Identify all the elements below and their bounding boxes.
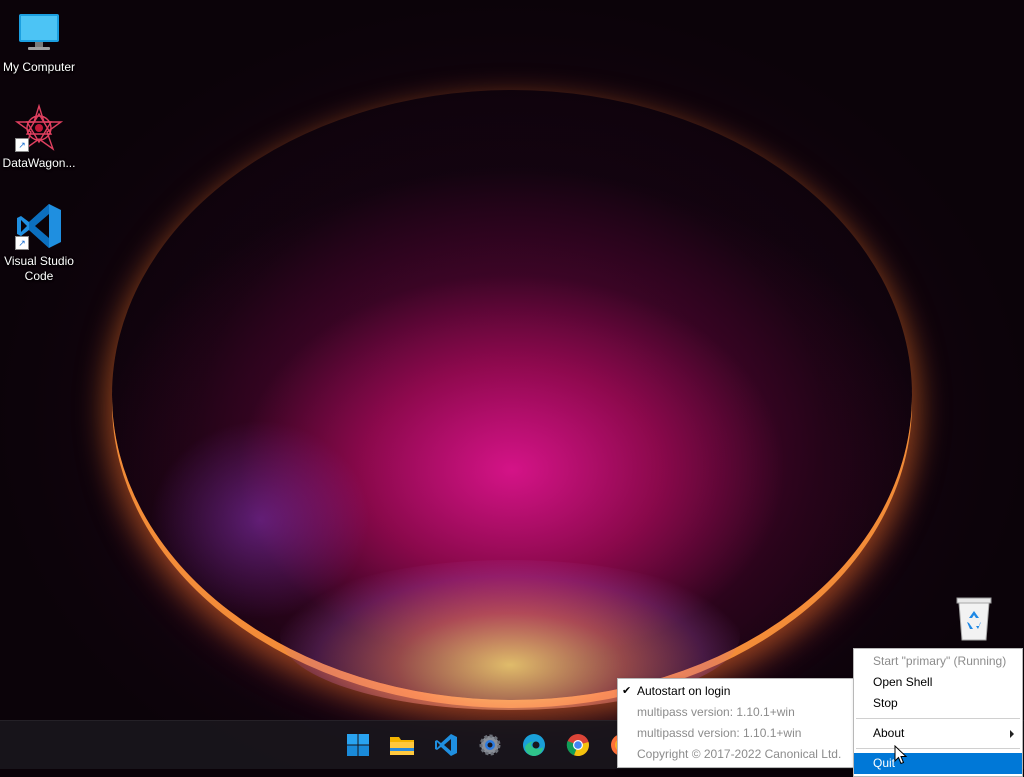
vscode-icon[interactable] <box>430 729 462 761</box>
shortcut-arrow-icon: ↗ <box>15 236 29 250</box>
menu-item-open-shell[interactable]: Open Shell <box>854 672 1022 693</box>
menu-item-multipassd-version: multipassd version: 1.10.1+win <box>637 726 802 740</box>
desktop-icon-label: Visual Studio Code <box>4 254 74 283</box>
vscode-icon: ↗ <box>15 202 63 250</box>
about-submenu: ✔ Autostart on login multipass version: … <box>617 678 855 768</box>
datawagon-star-icon: ↗ <box>14 103 64 152</box>
menu-item-multipass-version: multipass version: 1.10.1+win <box>637 705 795 719</box>
shortcut-arrow-icon: ↗ <box>15 138 29 152</box>
folder-icon[interactable] <box>386 729 418 761</box>
menu-separator <box>856 718 1020 719</box>
menu-item-autostart[interactable]: ✔ Autostart on login <box>618 681 854 702</box>
menu-item-about[interactable]: About <box>854 723 1022 744</box>
desktop-icon-datawagon[interactable]: ↗ DataWagon... <box>0 103 78 171</box>
gear-icon[interactable] <box>474 729 506 761</box>
chrome-browser-icon[interactable] <box>562 729 594 761</box>
recycle-bin-icon[interactable] <box>954 596 994 642</box>
desktop-icon-label: DataWagon... <box>2 156 76 170</box>
checkmark-icon: ✔ <box>622 685 632 697</box>
desktop-icon-my-computer[interactable]: My Computer <box>0 8 78 75</box>
edge-browser-icon[interactable] <box>518 729 550 761</box>
desktop-icon-vscode[interactable]: ↗ Visual Studio Code <box>0 202 78 284</box>
desktop-icon-label: My Computer <box>2 60 76 74</box>
menu-item-copyright: Copyright © 2017-2022 Canonical Ltd. <box>637 747 842 761</box>
computer-monitor-icon <box>15 8 63 56</box>
menu-separator <box>856 748 1020 749</box>
mouse-cursor-icon <box>894 744 908 765</box>
menu-item-stop[interactable]: Stop <box>854 693 1022 714</box>
tray-context-menu: Start "primary" (Running) Open Shell Sto… <box>853 648 1023 777</box>
submenu-arrow-icon <box>1010 730 1014 738</box>
windows-start-icon[interactable] <box>342 729 374 761</box>
menu-item-quit[interactable]: Quit <box>854 753 1022 774</box>
menu-item-start-primary: Start "primary" (Running) <box>873 654 1007 668</box>
